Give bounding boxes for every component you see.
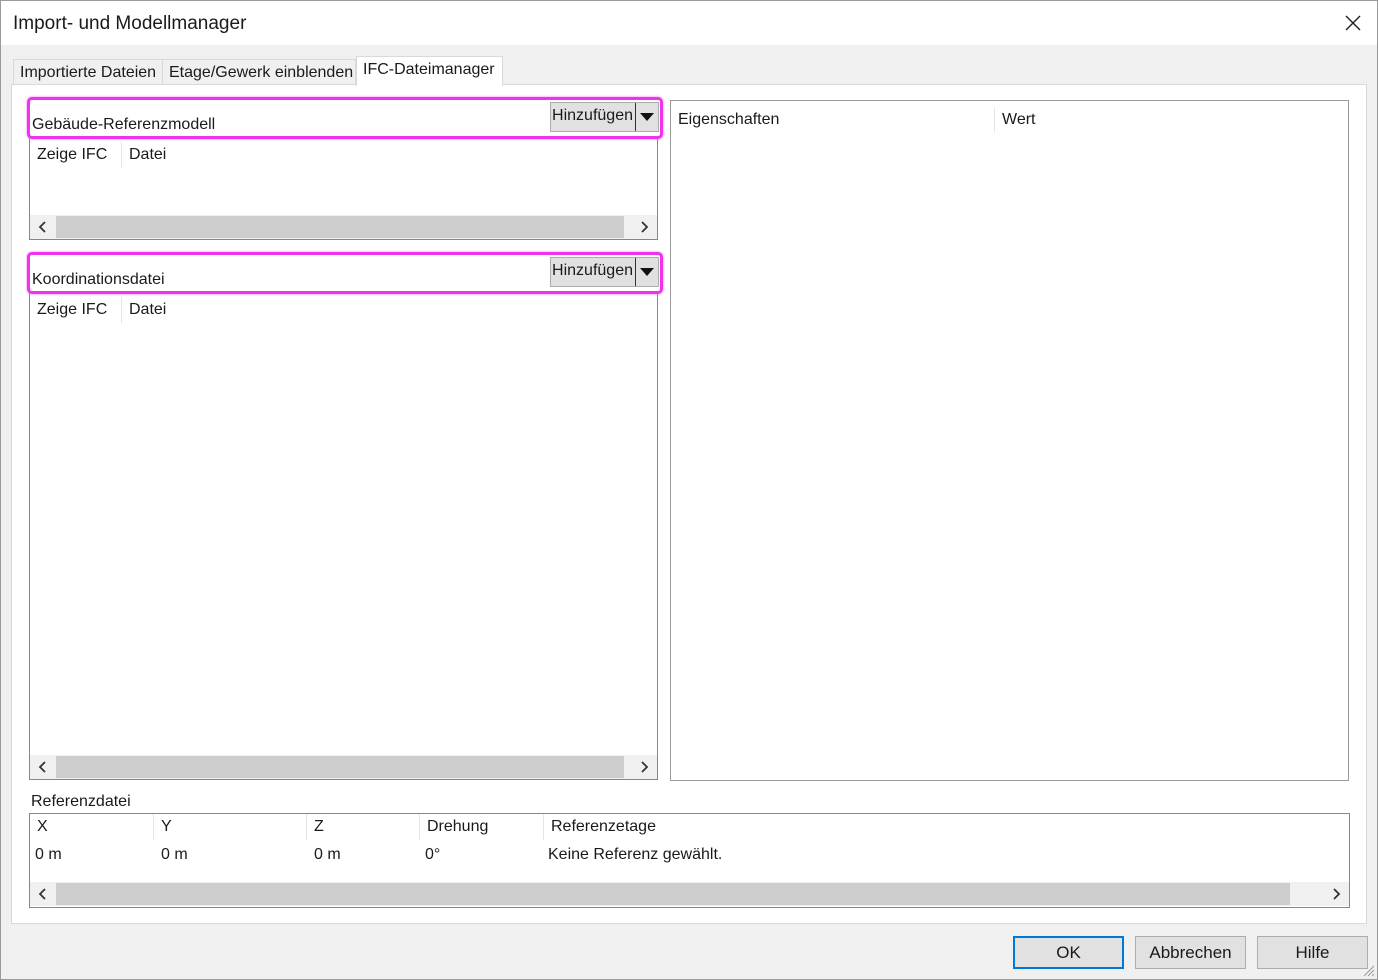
scroll-left-button[interactable]	[30, 755, 56, 779]
scroll-right-button[interactable]	[631, 755, 657, 779]
resize-grip-icon[interactable]	[1361, 963, 1375, 977]
scroll-thumb[interactable]	[56, 756, 624, 778]
title-bar: Import- und Modellmanager	[1, 1, 1377, 45]
scroll-track[interactable]	[56, 756, 631, 778]
cell-referenzetage: Keine Referenz gewählt.	[548, 846, 723, 863]
cell-y: 0 m	[161, 846, 188, 863]
horizontal-scrollbar[interactable]	[30, 755, 657, 779]
scroll-right-button[interactable]	[631, 215, 657, 239]
add-coordination-label[interactable]: Hinzufügen	[551, 258, 636, 286]
chevron-right-icon	[641, 221, 649, 233]
add-building-model-label[interactable]: Hinzufügen	[551, 103, 636, 131]
chevron-left-icon	[38, 221, 46, 233]
horizontal-scrollbar[interactable]	[30, 215, 657, 239]
horizontal-scrollbar[interactable]	[30, 882, 1349, 906]
column-header-referenzetage[interactable]: Referenzetage	[544, 814, 744, 840]
add-building-model-dropdown[interactable]	[636, 103, 658, 131]
tab-ifc-dateimanager[interactable]: IFC-Dateimanager	[356, 56, 503, 86]
reference-section-label: Referenzdatei	[31, 793, 131, 810]
cell-drehung: 0°	[425, 846, 441, 863]
column-header-zeige-ifc[interactable]: Zeige IFC	[30, 297, 122, 323]
close-button[interactable]	[1329, 1, 1377, 45]
chevron-right-icon	[641, 761, 649, 773]
building-model-header: Gebäude-Referenzmodell Hinzufügen	[27, 97, 663, 139]
chevron-left-icon	[38, 761, 46, 773]
column-header-datei[interactable]: Datei	[122, 297, 242, 323]
help-button[interactable]: Hilfe	[1257, 936, 1368, 969]
column-header-y[interactable]: Y	[154, 814, 307, 840]
caret-down-icon	[640, 268, 654, 276]
caret-down-icon	[640, 113, 654, 121]
scroll-thumb[interactable]	[56, 883, 1290, 905]
coordination-label: Koordinationsdatei	[32, 271, 165, 288]
ok-button[interactable]: OK	[1013, 936, 1124, 969]
chevron-left-icon	[38, 888, 46, 900]
scroll-right-button[interactable]	[1323, 882, 1349, 906]
scroll-left-button[interactable]	[30, 882, 56, 906]
scroll-track[interactable]	[56, 883, 1323, 905]
cell-x: 0 m	[35, 846, 62, 863]
reference-list[interactable]: X Y Z Drehung Referenzetage 0 m 0 m 0 m …	[29, 813, 1350, 908]
dialog-window: Import- und Modellmanager Importierte Da…	[0, 0, 1378, 980]
column-header-z[interactable]: Z	[307, 814, 420, 840]
tab-importierte-dateien[interactable]: Importierte Dateien	[13, 59, 163, 86]
scroll-track[interactable]	[56, 216, 631, 238]
cell-z: 0 m	[314, 846, 341, 863]
scroll-thumb[interactable]	[56, 216, 624, 238]
window-title: Import- und Modellmanager	[13, 13, 247, 34]
column-header-eigenschaften[interactable]: Eigenschaften	[671, 107, 995, 133]
column-header-zeige-ifc[interactable]: Zeige IFC	[30, 142, 122, 168]
add-coordination-button[interactable]: Hinzufügen	[550, 257, 659, 287]
coordination-list[interactable]: Zeige IFC Datei	[29, 290, 658, 780]
add-coordination-dropdown[interactable]	[636, 258, 658, 286]
column-header-datei[interactable]: Datei	[122, 142, 242, 168]
cancel-button[interactable]: Abbrechen	[1135, 936, 1246, 969]
coordination-header: Koordinationsdatei Hinzufügen	[27, 252, 663, 294]
building-model-label: Gebäude-Referenzmodell	[32, 116, 216, 133]
column-header-drehung[interactable]: Drehung	[420, 814, 544, 840]
close-icon	[1345, 15, 1361, 31]
column-header-wert[interactable]: Wert	[995, 107, 1195, 133]
tab-etage-gewerk[interactable]: Etage/Gewerk einblenden	[162, 59, 356, 86]
properties-list[interactable]: Eigenschaften Wert	[670, 100, 1349, 781]
building-model-list[interactable]: Zeige IFC Datei	[29, 135, 658, 240]
scroll-left-button[interactable]	[30, 215, 56, 239]
column-header-x[interactable]: X	[30, 814, 154, 840]
chevron-right-icon	[1333, 888, 1341, 900]
add-building-model-button[interactable]: Hinzufügen	[550, 102, 659, 132]
